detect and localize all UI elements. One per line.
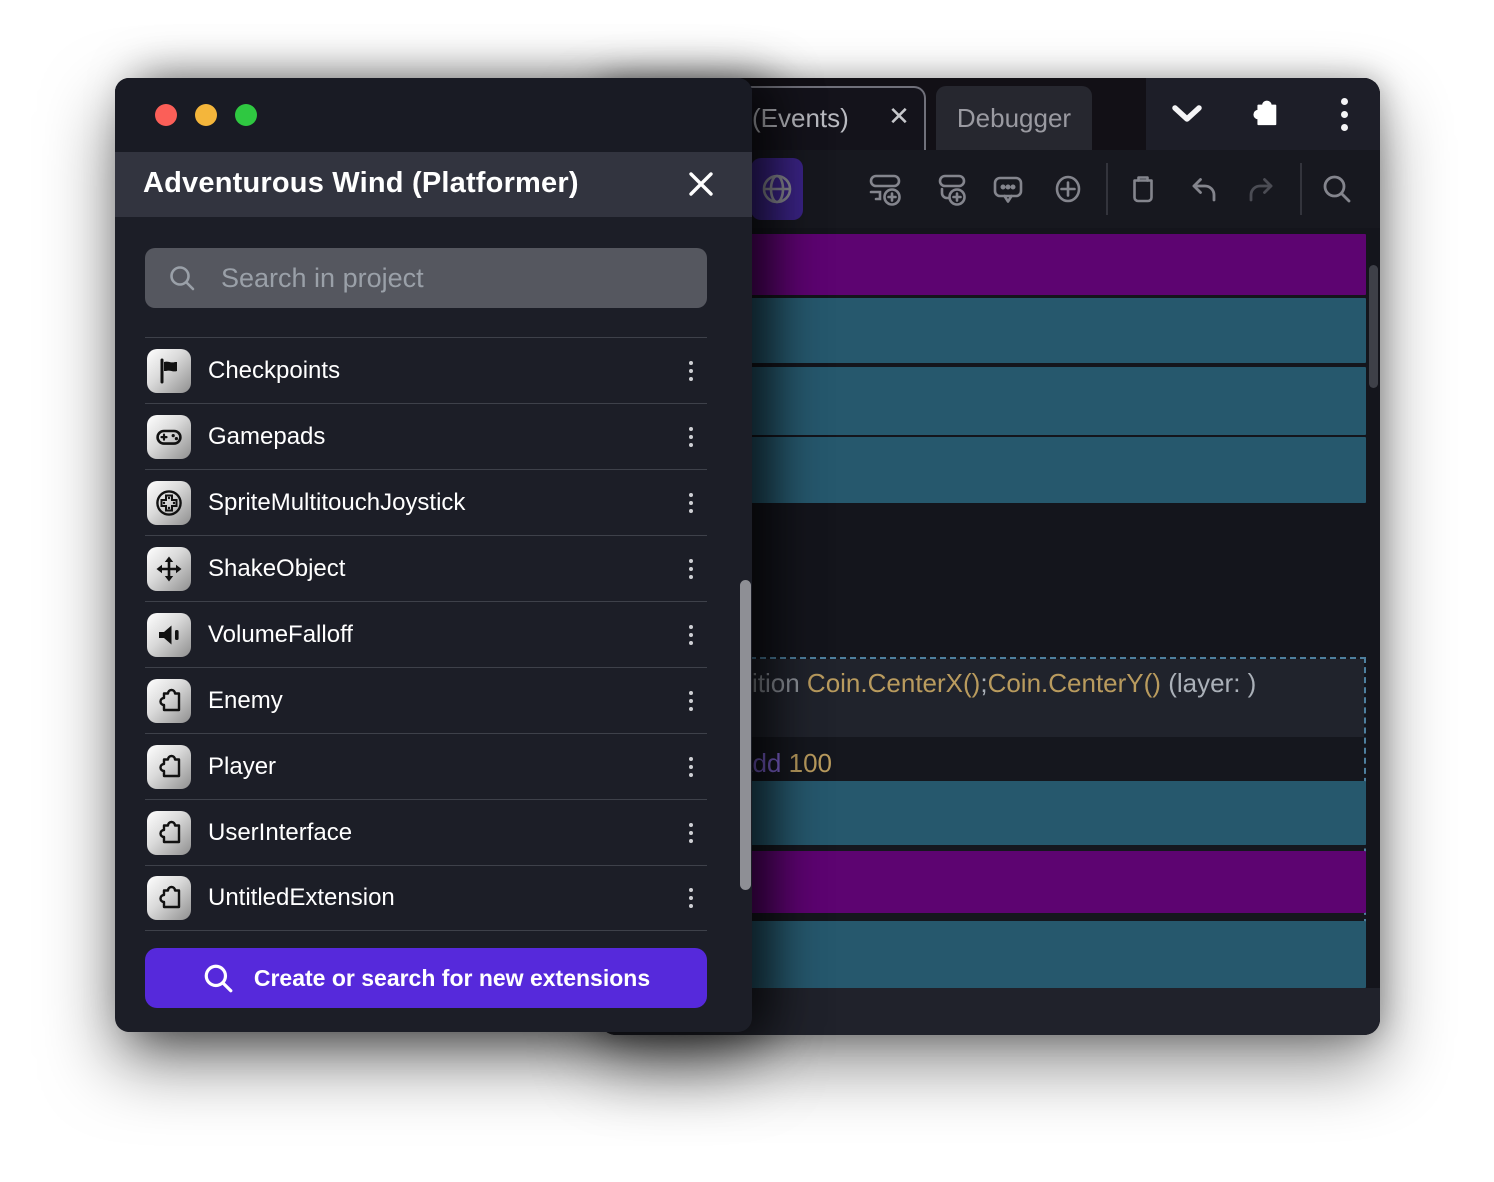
window-controls-cluster — [1146, 78, 1380, 150]
extension-list-item[interactable]: Player — [145, 733, 707, 799]
extension-label: Gamepads — [208, 423, 325, 451]
extension-label: VolumeFalloff — [208, 621, 353, 649]
search-icon — [167, 263, 197, 293]
search-icon — [202, 962, 234, 994]
extension-list-item[interactable]: Gamepads — [145, 403, 707, 469]
gamepad-icon — [147, 415, 191, 459]
add-circle-icon[interactable] — [1050, 171, 1086, 207]
puzzle-icon — [147, 811, 191, 855]
dpad-icon — [147, 481, 191, 525]
zoom-window-button[interactable] — [235, 104, 257, 126]
tab-debugger-label: Debugger — [957, 103, 1071, 134]
minimize-window-button[interactable] — [195, 104, 217, 126]
extension-list-item[interactable]: ShakeObject — [145, 535, 707, 601]
toolbar-divider — [1300, 163, 1302, 215]
dialog-scrollbar-thumb[interactable] — [740, 580, 751, 890]
undo-icon[interactable] — [1185, 171, 1221, 207]
extension-label: UntitledExtension — [208, 884, 395, 912]
extensions-list: Checkpoints Gamepads SpriteMultitouchJoy… — [145, 337, 707, 931]
puzzle-icon — [147, 745, 191, 789]
screen: (Events) ✕ Debugger — [0, 0, 1494, 1182]
dialog-close-icon[interactable] — [683, 166, 719, 202]
event-action-line[interactable]: add 100 — [738, 747, 832, 779]
item-menu-kebab-icon[interactable] — [683, 619, 699, 651]
dialog-header: Adventurous Wind (Platformer) — [115, 152, 752, 217]
item-menu-kebab-icon[interactable] — [683, 355, 699, 387]
globe-button[interactable] — [751, 158, 803, 220]
add-comment-icon[interactable] — [990, 171, 1026, 207]
chevron-down-icon[interactable] — [1167, 78, 1207, 150]
extension-label: Checkpoints — [208, 357, 340, 385]
speaker-icon — [147, 613, 191, 657]
close-window-button[interactable] — [155, 104, 177, 126]
flag-icon — [147, 349, 191, 393]
project-dialog-window: Adventurous Wind (Platformer) Checkpoint… — [115, 78, 752, 1032]
event-row-purple[interactable] — [700, 234, 1366, 295]
event-row-teal[interactable] — [700, 781, 1366, 845]
item-menu-kebab-icon[interactable] — [683, 882, 699, 914]
events-scrollbar-thumb[interactable] — [1369, 265, 1378, 388]
item-menu-kebab-icon[interactable] — [683, 553, 699, 585]
extension-label: SpriteMultitouchJoystick — [208, 489, 465, 517]
tab-debugger[interactable]: Debugger — [936, 86, 1092, 150]
project-search-box[interactable] — [145, 248, 707, 308]
puzzle-icon — [147, 876, 191, 920]
extension-list-item[interactable]: UserInterface — [145, 799, 707, 865]
item-menu-kebab-icon[interactable] — [683, 817, 699, 849]
event-row-purple[interactable] — [700, 851, 1366, 913]
puzzle-icon — [147, 679, 191, 723]
item-menu-kebab-icon[interactable] — [683, 421, 699, 453]
dialog-title: Adventurous Wind (Platformer) — [143, 167, 579, 200]
extensions-puzzle-icon[interactable] — [1244, 78, 1284, 150]
trash-icon[interactable] — [1125, 171, 1161, 207]
add-event-icon[interactable] — [867, 171, 903, 207]
item-menu-kebab-icon[interactable] — [683, 751, 699, 783]
add-subevent-icon[interactable] — [932, 171, 968, 207]
create-extension-label: Create or search for new extensions — [254, 965, 650, 992]
search-input[interactable] — [219, 262, 707, 295]
create-extension-button[interactable]: Create or search for new extensions — [145, 948, 707, 1008]
toolbar-divider — [1106, 163, 1108, 215]
item-menu-kebab-icon[interactable] — [683, 487, 699, 519]
item-menu-kebab-icon[interactable] — [683, 685, 699, 717]
search-events-icon[interactable] — [1319, 171, 1355, 207]
event-action-line[interactable]: ition Coin.CenterX();Coin.CenterY() (lay… — [752, 667, 1256, 699]
tab-close-icon[interactable]: ✕ — [885, 102, 913, 130]
extension-list-item[interactable]: SpriteMultitouchJoystick — [145, 469, 707, 535]
extension-label: Player — [208, 753, 276, 781]
extension-list-item[interactable]: VolumeFalloff — [145, 601, 707, 667]
more-kebab-icon[interactable] — [1328, 78, 1360, 150]
event-row-teal[interactable] — [700, 298, 1366, 363]
macos-titlebar — [115, 78, 752, 152]
extension-label: Enemy — [208, 687, 283, 715]
extension-label: ShakeObject — [208, 555, 345, 583]
event-row-teal[interactable] — [700, 921, 1366, 988]
extension-label: UserInterface — [208, 819, 352, 847]
extension-list-item[interactable]: UntitledExtension — [145, 865, 707, 931]
move-icon — [147, 547, 191, 591]
event-row-teal[interactable] — [700, 367, 1366, 435]
event-row-teal[interactable] — [700, 437, 1366, 503]
tab-events-label: (Events) — [752, 103, 849, 134]
extension-list-item[interactable]: Enemy — [145, 667, 707, 733]
extension-list-item[interactable]: Checkpoints — [145, 337, 707, 403]
redo-icon[interactable] — [1244, 171, 1280, 207]
